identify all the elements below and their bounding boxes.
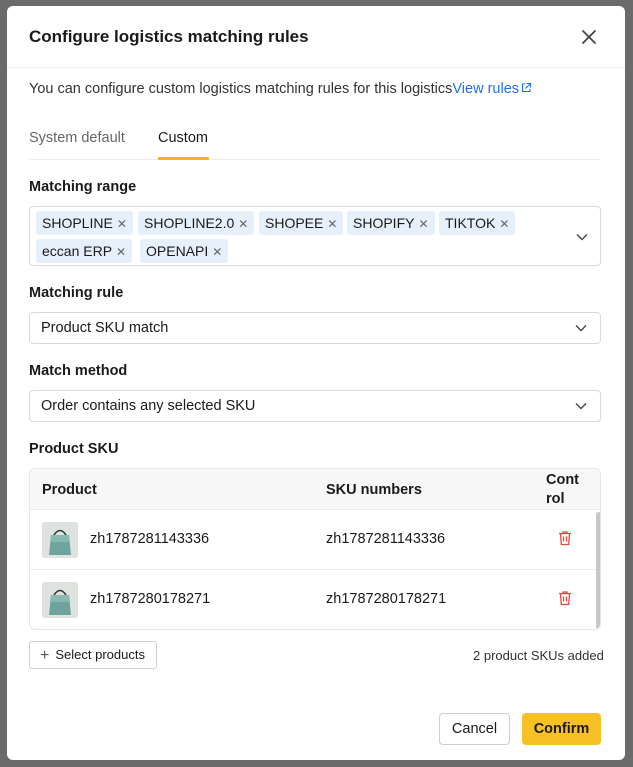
confirm-button[interactable]: Confirm	[522, 713, 601, 745]
tag-remove-icon[interactable]: ✕	[418, 217, 434, 231]
sku-number: zh1787280178271	[326, 591, 447, 607]
matching-rule-select[interactable]: Product SKU match	[29, 312, 601, 344]
scrollbar-thumb[interactable]	[596, 512, 600, 629]
tag-eccan-erp: eccan ERP ✕	[36, 239, 133, 263]
tag-tiktok: TIKTOK ✕	[439, 211, 516, 235]
column-control-line2: rol	[546, 491, 565, 507]
configure-rules-dialog: Configure logistics matching rules You c…	[7, 6, 625, 760]
tag-remove-icon[interactable]: ✕	[499, 217, 515, 231]
tag-remove-icon[interactable]: ✕	[117, 217, 133, 231]
tag-label: TIKTOK	[445, 215, 496, 231]
chevron-down-icon[interactable]	[574, 399, 588, 413]
tag-remove-icon[interactable]: ✕	[238, 217, 254, 231]
tag-remove-icon[interactable]: ✕	[116, 245, 132, 259]
tag-label: SHOPLINE2.0	[144, 215, 235, 231]
tag-label: SHOPLINE	[42, 215, 113, 231]
tag-shopify: SHOPIFY ✕	[347, 211, 435, 235]
view-rules-link[interactable]: View rules	[452, 81, 532, 97]
close-icon[interactable]	[577, 25, 601, 49]
trash-icon[interactable]	[556, 589, 574, 607]
chevron-down-icon[interactable]	[575, 230, 589, 244]
table-header: Product SKU numbers Cont rol	[30, 469, 600, 510]
tab-system-default[interactable]: System default	[29, 130, 125, 146]
tag-openapi: OPENAPI ✕	[140, 239, 229, 263]
tag-label: SHOPEE	[265, 215, 324, 231]
tag-label: SHOPIFY	[353, 215, 415, 231]
plus-icon: +	[40, 647, 50, 664]
active-tab-indicator	[158, 157, 209, 160]
matching-rule-label: Matching rule	[29, 285, 124, 301]
match-method-value: Order contains any selected SKU	[41, 398, 256, 414]
sku-number: zh1787281143336	[326, 531, 446, 547]
chevron-down-icon[interactable]	[574, 321, 588, 335]
column-sku-numbers: SKU numbers	[326, 482, 422, 498]
match-method-label: Match method	[29, 363, 128, 379]
sku-count-text: 2 product SKUs added	[473, 648, 604, 663]
product-name: zh1787281143336	[90, 531, 210, 547]
cancel-button[interactable]: Cancel	[439, 713, 510, 745]
table-row: zh1787280178271 zh1787280178271	[30, 570, 600, 629]
tag-label: eccan ERP	[42, 243, 113, 259]
matching-rule-value: Product SKU match	[41, 320, 169, 336]
tag-shopline: SHOPLINE ✕	[36, 211, 133, 235]
rule-tabs: System default Custom	[29, 128, 601, 160]
dialog-title: Configure logistics matching rules	[29, 27, 309, 46]
header-divider	[7, 67, 625, 68]
matching-range-label: Matching range	[29, 179, 137, 195]
product-thumbnail	[42, 582, 78, 618]
tag-shopee: SHOPEE ✕	[259, 211, 344, 235]
description-text: You can configure custom logistics match…	[29, 81, 453, 97]
dialog-description: You can configure custom logistics match…	[29, 81, 532, 97]
select-products-button[interactable]: + Select products	[29, 641, 157, 669]
view-rules-label[interactable]: View rules	[452, 81, 519, 97]
tag-remove-icon[interactable]: ✕	[327, 217, 343, 231]
product-sku-label: Product SKU	[29, 441, 119, 457]
external-link-icon[interactable]	[520, 82, 532, 94]
tag-label: OPENAPI	[146, 243, 209, 259]
table-row: zh1787281143336 zh1787281143336	[30, 510, 600, 570]
product-name: zh1787280178271	[90, 591, 211, 607]
tab-custom[interactable]: Custom	[158, 130, 208, 146]
matching-range-select[interactable]: SHOPLINE ✕ SHOPLINE2.0 ✕ SHOPEE ✕ SHOPIFY ✕ …	[29, 206, 601, 266]
tag-remove-icon[interactable]: ✕	[212, 245, 228, 259]
product-thumbnail	[42, 522, 78, 558]
select-products-label: Select products	[55, 647, 145, 662]
column-control-line1: Cont	[546, 472, 580, 488]
trash-icon[interactable]	[556, 529, 574, 547]
match-method-select[interactable]: Order contains any selected SKU	[29, 390, 601, 422]
tag-shopline2: SHOPLINE2.0 ✕	[138, 211, 255, 235]
column-product: Product	[42, 482, 97, 498]
product-sku-table: Product SKU numbers Cont rol zh178728114…	[29, 468, 601, 630]
table-scrollbar[interactable]	[594, 510, 600, 629]
